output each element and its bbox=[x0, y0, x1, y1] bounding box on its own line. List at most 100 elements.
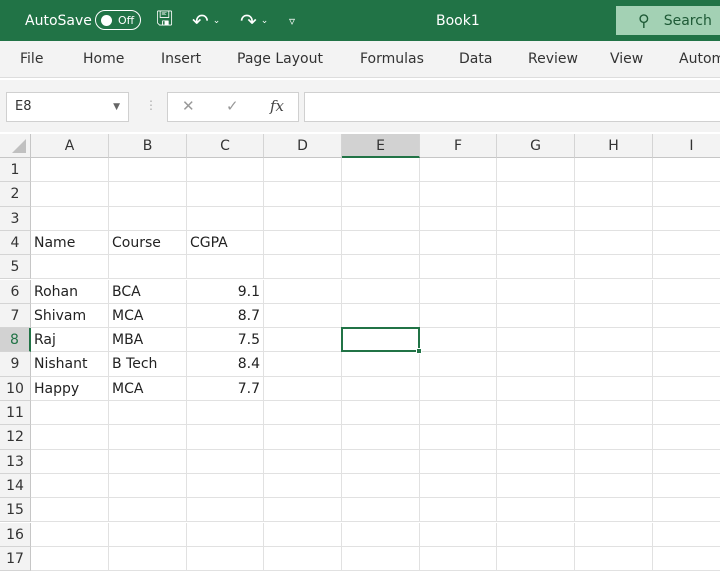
tab-page-layout[interactable]: Page Layout bbox=[237, 41, 323, 78]
column-header-I[interactable]: I bbox=[653, 134, 720, 158]
cell-H3[interactable] bbox=[575, 206, 653, 231]
cell-B10[interactable]: MCA bbox=[109, 376, 187, 401]
cell-F15[interactable] bbox=[420, 498, 497, 523]
cell-E7[interactable] bbox=[342, 303, 420, 329]
chevron-down-icon[interactable]: ⌄ bbox=[213, 16, 221, 26]
row-header-13[interactable]: 13 bbox=[0, 449, 31, 474]
cancel-icon[interactable]: ✕ bbox=[182, 97, 195, 115]
cell-C13[interactable] bbox=[187, 449, 264, 474]
cell-B5[interactable] bbox=[109, 255, 187, 280]
cell-C7[interactable]: 8.7 bbox=[187, 303, 264, 329]
cell-C12[interactable] bbox=[187, 425, 264, 450]
cell-A1[interactable] bbox=[31, 158, 109, 183]
cell-C14[interactable] bbox=[187, 473, 264, 499]
row-header-12[interactable]: 12 bbox=[0, 425, 31, 450]
formula-input[interactable] bbox=[304, 92, 720, 122]
cell-I12[interactable] bbox=[653, 425, 720, 450]
chevron-down-icon[interactable]: ▼ bbox=[113, 93, 120, 121]
cell-F12[interactable] bbox=[420, 425, 497, 450]
cell-C1[interactable] bbox=[187, 158, 264, 183]
row-header-15[interactable]: 15 bbox=[0, 498, 31, 523]
tab-view[interactable]: View bbox=[610, 41, 643, 78]
row-header-1[interactable]: 1 bbox=[0, 158, 31, 183]
cell-B2[interactable] bbox=[109, 182, 187, 207]
cell-A16[interactable] bbox=[31, 522, 109, 547]
cell-H4[interactable] bbox=[575, 230, 653, 256]
cell-F10[interactable] bbox=[420, 376, 497, 401]
cell-G4[interactable] bbox=[497, 230, 575, 256]
tab-autom[interactable]: Autom bbox=[679, 41, 720, 78]
cell-H15[interactable] bbox=[575, 498, 653, 523]
cell-F5[interactable] bbox=[420, 255, 497, 280]
cell-C9[interactable]: 8.4 bbox=[187, 352, 264, 377]
column-header-G[interactable]: G bbox=[497, 134, 575, 158]
cell-I15[interactable] bbox=[653, 498, 720, 523]
cell-H10[interactable] bbox=[575, 376, 653, 401]
cell-D14[interactable] bbox=[264, 473, 342, 499]
cell-F7[interactable] bbox=[420, 303, 497, 329]
cell-B12[interactable] bbox=[109, 425, 187, 450]
cell-G2[interactable] bbox=[497, 182, 575, 207]
cell-A2[interactable] bbox=[31, 182, 109, 207]
cell-G10[interactable] bbox=[497, 376, 575, 401]
tab-home[interactable]: Home bbox=[83, 41, 124, 78]
cell-G11[interactable] bbox=[497, 401, 575, 426]
search-box[interactable]: ⚲ Search bbox=[616, 6, 720, 35]
cell-G16[interactable] bbox=[497, 522, 575, 547]
cell-A7[interactable]: Shivam bbox=[31, 303, 109, 329]
cell-E15[interactable] bbox=[342, 498, 420, 523]
cell-E4[interactable] bbox=[342, 230, 420, 256]
cell-D2[interactable] bbox=[264, 182, 342, 207]
cell-D16[interactable] bbox=[264, 522, 342, 547]
cell-C5[interactable] bbox=[187, 255, 264, 280]
redo-icon[interactable]: ↷ ⌄ bbox=[240, 0, 268, 41]
cell-A9[interactable]: Nishant bbox=[31, 352, 109, 377]
column-header-H[interactable]: H bbox=[575, 134, 653, 158]
cell-E12[interactable] bbox=[342, 425, 420, 450]
cell-H11[interactable] bbox=[575, 401, 653, 426]
cell-G5[interactable] bbox=[497, 255, 575, 280]
row-header-4[interactable]: 4 bbox=[0, 230, 31, 256]
autosave-toggle[interactable]: Off bbox=[95, 10, 141, 30]
row-header-14[interactable]: 14 bbox=[0, 473, 31, 499]
cell-F1[interactable] bbox=[420, 158, 497, 183]
cell-I14[interactable] bbox=[653, 474, 720, 499]
cell-F11[interactable] bbox=[420, 401, 497, 426]
cell-G12[interactable] bbox=[497, 425, 575, 450]
cell-I16[interactable] bbox=[653, 523, 720, 547]
cell-A15[interactable] bbox=[31, 498, 109, 523]
cell-C4[interactable]: CGPA bbox=[187, 230, 264, 256]
cell-H14[interactable] bbox=[575, 473, 653, 499]
save-icon[interactable]: 🖫 bbox=[156, 0, 173, 41]
cell-F9[interactable] bbox=[420, 352, 497, 377]
cell-I17[interactable] bbox=[653, 547, 720, 571]
cell-C3[interactable] bbox=[187, 206, 264, 231]
cell-B16[interactable] bbox=[109, 522, 187, 547]
cell-F6[interactable] bbox=[420, 279, 497, 304]
cell-D6[interactable] bbox=[264, 279, 342, 304]
cell-D15[interactable] bbox=[264, 498, 342, 523]
column-header-E[interactable]: E bbox=[342, 134, 420, 158]
cell-D5[interactable] bbox=[264, 255, 342, 280]
cell-B7[interactable]: MCA bbox=[109, 303, 187, 329]
cell-A12[interactable] bbox=[31, 425, 109, 450]
row-header-17[interactable]: 17 bbox=[0, 546, 31, 571]
cell-I3[interactable] bbox=[653, 207, 720, 231]
row-header-2[interactable]: 2 bbox=[0, 182, 31, 207]
tab-file[interactable]: File bbox=[20, 41, 43, 78]
cell-C6[interactable]: 9.1 bbox=[187, 279, 264, 304]
tab-data[interactable]: Data bbox=[459, 41, 492, 78]
cell-C16[interactable] bbox=[187, 522, 264, 547]
cell-E13[interactable] bbox=[342, 449, 420, 474]
tab-insert[interactable]: Insert bbox=[161, 41, 201, 78]
name-box[interactable]: E8 ▼ bbox=[6, 92, 129, 122]
cell-E6[interactable] bbox=[342, 279, 420, 304]
cell-E10[interactable] bbox=[342, 376, 420, 401]
cell-G13[interactable] bbox=[497, 449, 575, 474]
cell-A5[interactable] bbox=[31, 255, 109, 280]
cell-B4[interactable]: Course bbox=[109, 230, 187, 256]
cell-I13[interactable] bbox=[653, 450, 720, 474]
cell-H17[interactable] bbox=[575, 546, 653, 571]
row-header-5[interactable]: 5 bbox=[0, 255, 31, 280]
cell-B9[interactable]: B Tech bbox=[109, 352, 187, 377]
